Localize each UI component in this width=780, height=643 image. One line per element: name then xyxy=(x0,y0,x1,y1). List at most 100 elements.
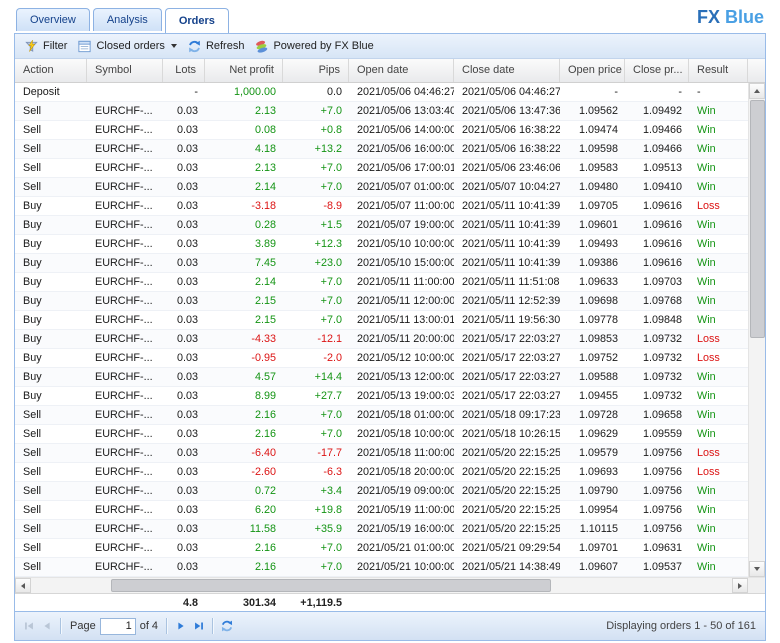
previous-page-button[interactable] xyxy=(38,617,56,635)
first-page-button[interactable] xyxy=(20,617,38,635)
cell-action: Sell xyxy=(23,485,42,497)
cell-close_date: 2021/05/11 10:41:39 xyxy=(462,200,560,212)
column-header-open_price[interactable]: Open price xyxy=(560,59,625,82)
cell-result: Loss xyxy=(697,466,720,478)
scroll-left-button[interactable] xyxy=(15,578,31,593)
table-row[interactable]: Buy EURCHF-... 0.03 2.15 +7.0 2021/05/11 13:0… xyxy=(15,311,748,330)
last-page-button[interactable] xyxy=(190,617,208,635)
column-header-close_price[interactable]: Close pr... xyxy=(625,59,689,82)
cell-pips: +7.0 xyxy=(320,314,342,326)
cell-pips: +7.0 xyxy=(320,181,342,193)
cell-symbol: EURCHF-... xyxy=(95,352,153,364)
scroll-down-button[interactable] xyxy=(749,561,765,577)
closed-orders-button[interactable]: Closed orders xyxy=(72,37,181,56)
cell-close_price: 1.09756 xyxy=(642,447,682,459)
cell-lots: 0.03 xyxy=(176,219,198,231)
table-row[interactable]: Buy EURCHF-... 0.03 -0.95 -2.0 2021/05/12 10:… xyxy=(15,349,748,368)
table-row[interactable]: Buy EURCHF-... 0.03 -4.33 -12.1 2021/05/11 20… xyxy=(15,330,748,349)
orders-panel: Filter Closed orders Refresh Powered by … xyxy=(14,33,766,641)
cell-close_price: - xyxy=(678,86,682,98)
table-row[interactable]: Sell EURCHF-... 0.03 2.16 +7.0 2021/05/21 01:… xyxy=(15,539,748,558)
tab-orders[interactable]: Orders xyxy=(164,8,229,33)
tab-analysis[interactable]: Analysis xyxy=(92,8,162,31)
pager-separator xyxy=(212,618,215,634)
cell-lots: 0.03 xyxy=(176,200,198,212)
table-row[interactable]: Deposit - 1,000.00 0.0 2021/05/06 04:46:27 20… xyxy=(15,83,748,102)
cell-open_price: 1.09629 xyxy=(578,428,618,440)
cell-pips: +7.0 xyxy=(320,542,342,554)
fxblue-layers-icon xyxy=(254,39,269,54)
cell-symbol: EURCHF-... xyxy=(95,143,153,155)
arrow-down-icon xyxy=(754,567,760,571)
table-row[interactable]: Sell EURCHF-... 0.03 4.18 +13.2 2021/05/06 16… xyxy=(15,140,748,159)
filter-button[interactable]: Filter xyxy=(19,37,72,56)
cell-pips: +3.4 xyxy=(320,485,342,497)
column-header-open_date[interactable]: Open date xyxy=(349,59,454,82)
cell-symbol: EURCHF-... xyxy=(95,181,153,193)
table-row[interactable]: Sell EURCHF-... 0.03 11.58 +35.9 2021/05/19 1… xyxy=(15,520,748,539)
table-row[interactable]: Sell EURCHF-... 0.03 0.08 +0.8 2021/05/06 14:… xyxy=(15,121,748,140)
table-row[interactable]: Sell EURCHF-... 0.03 -6.40 -17.7 2021/05/18 1… xyxy=(15,444,748,463)
cell-action: Buy xyxy=(23,390,42,402)
grid-body: Deposit - 1,000.00 0.0 2021/05/06 04:46:27 20… xyxy=(15,83,765,577)
table-row[interactable]: Buy EURCHF-... 0.03 2.14 +7.0 2021/05/11 11:0… xyxy=(15,273,748,292)
column-header-close_date[interactable]: Close date xyxy=(454,59,560,82)
table-row[interactable]: Sell EURCHF-... 0.03 2.16 +7.0 2021/05/18 10:… xyxy=(15,425,748,444)
powered-by-label: Powered by FX Blue xyxy=(273,40,374,52)
column-header-pips[interactable]: Pips xyxy=(283,59,349,82)
column-header-symbol[interactable]: Symbol xyxy=(87,59,163,82)
vertical-scroll-thumb[interactable] xyxy=(750,100,765,338)
pager-refresh-button[interactable] xyxy=(218,617,236,635)
page-number-input[interactable] xyxy=(99,617,136,635)
cell-open_date: 2021/05/13 19:00:03 xyxy=(357,390,454,402)
horizontal-scroll-thumb[interactable] xyxy=(111,579,551,592)
cell-symbol: EURCHF-... xyxy=(95,447,153,459)
cell-action: Buy xyxy=(23,200,42,212)
powered-by-button[interactable]: Powered by FX Blue xyxy=(249,37,378,56)
table-row[interactable]: Buy EURCHF-... 0.03 2.15 +7.0 2021/05/11 12:0… xyxy=(15,292,748,311)
cell-result: Win xyxy=(697,523,716,535)
cell-close_price: 1.09732 xyxy=(642,352,682,364)
cell-action: Buy xyxy=(23,371,42,383)
table-row[interactable]: Buy EURCHF-... 0.03 0.28 +1.5 2021/05/07 19:0… xyxy=(15,216,748,235)
cell-pips: +7.0 xyxy=(320,561,342,573)
cell-pips: +7.0 xyxy=(320,162,342,174)
table-row[interactable]: Buy EURCHF-... 0.03 -3.18 -8.9 2021/05/07 11:… xyxy=(15,197,748,216)
vertical-scrollbar[interactable] xyxy=(748,83,765,577)
table-row[interactable]: Buy EURCHF-... 0.03 3.89 +12.3 2021/05/10 10:… xyxy=(15,235,748,254)
cell-action: Sell xyxy=(23,466,42,478)
refresh-button[interactable]: Refresh xyxy=(182,37,250,56)
table-row[interactable]: Sell EURCHF-... 0.03 2.13 +7.0 2021/05/06 17:… xyxy=(15,159,748,178)
cell-close_price: 1.09410 xyxy=(642,181,682,193)
table-row[interactable]: Buy EURCHF-... 0.03 4.57 +14.4 2021/05/13 12:… xyxy=(15,368,748,387)
cell-close_date: 2021/05/18 10:26:15 xyxy=(462,428,560,440)
tab-strip: Overview Analysis Orders FX Blue xyxy=(14,5,766,33)
next-page-button[interactable] xyxy=(172,617,190,635)
cell-result: Loss xyxy=(697,447,720,459)
cell-close_date: 2021/05/06 04:46:27 xyxy=(462,86,560,98)
cell-net_profit: 2.13 xyxy=(254,162,276,174)
cell-net_profit: 2.14 xyxy=(254,276,276,288)
cell-pips: +0.8 xyxy=(320,124,342,136)
cell-pips: +13.2 xyxy=(314,143,342,155)
tab-overview[interactable]: Overview xyxy=(16,8,90,31)
column-header-result[interactable]: Result xyxy=(689,59,748,82)
column-header-action[interactable]: Action xyxy=(15,59,87,82)
scroll-right-button[interactable] xyxy=(732,578,748,593)
table-row[interactable]: Sell EURCHF-... 0.03 2.13 +7.0 2021/05/06 13:… xyxy=(15,102,748,121)
horizontal-scroll-track[interactable] xyxy=(31,578,732,593)
column-header-lots[interactable]: Lots xyxy=(163,59,205,82)
column-header-net_profit[interactable]: Net profit xyxy=(205,59,283,82)
table-row[interactable]: Sell EURCHF-... 0.03 0.72 +3.4 2021/05/19 09:… xyxy=(15,482,748,501)
cell-action: Sell xyxy=(23,181,42,193)
cell-result: Win xyxy=(697,390,716,402)
table-row[interactable]: Buy EURCHF-... 0.03 8.99 +27.7 2021/05/13 19:… xyxy=(15,387,748,406)
table-row[interactable]: Buy EURCHF-... 0.03 7.45 +23.0 2021/05/10 15:… xyxy=(15,254,748,273)
table-row[interactable]: Sell EURCHF-... 0.03 -2.60 -6.3 2021/05/18 20… xyxy=(15,463,748,482)
table-row[interactable]: Sell EURCHF-... 0.03 6.20 +19.8 2021/05/19 11… xyxy=(15,501,748,520)
table-row[interactable]: Sell EURCHF-... 0.03 2.16 +7.0 2021/05/18 01:… xyxy=(15,406,748,425)
horizontal-scrollbar[interactable] xyxy=(15,577,765,593)
table-row[interactable]: Sell EURCHF-... 0.03 2.16 +7.0 2021/05/21 10:… xyxy=(15,558,748,577)
table-row[interactable]: Sell EURCHF-... 0.03 2.14 +7.0 2021/05/07 01:… xyxy=(15,178,748,197)
scroll-up-button[interactable] xyxy=(749,83,765,99)
